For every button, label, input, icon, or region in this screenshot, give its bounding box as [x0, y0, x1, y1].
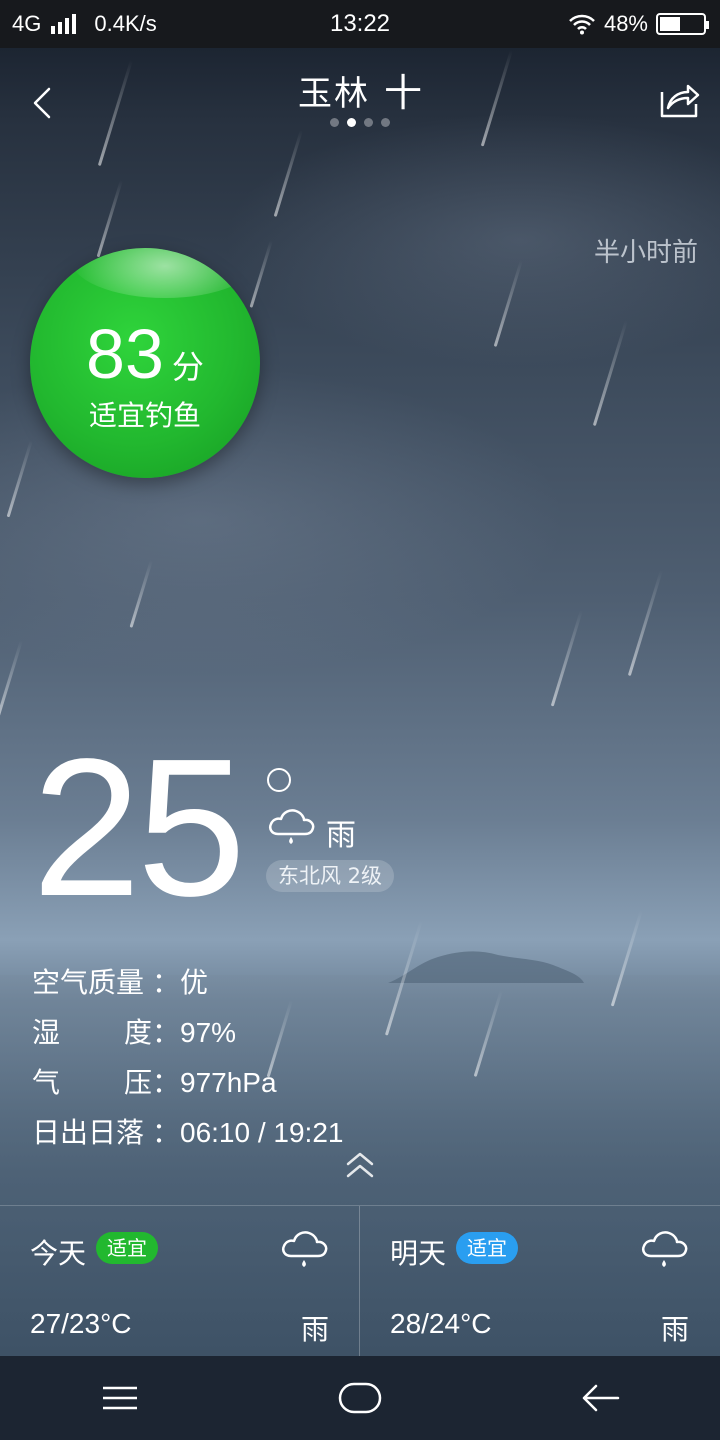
forecast-panel: 今天 适宜 27/23°C 雨 明天 适宜 28/24°C 雨	[0, 1205, 720, 1357]
detail-value: 06:10 / 19:21	[180, 1117, 344, 1148]
island-silhouette	[388, 951, 584, 983]
double-chevron-up-icon	[346, 1152, 374, 1178]
detail-label: 湿	[32, 1016, 61, 1049]
menu-button[interactable]	[80, 1368, 160, 1428]
detail-value: 优	[180, 967, 209, 998]
rain-streak	[96, 180, 123, 258]
score-value: 83	[86, 315, 164, 393]
rain-streak	[550, 610, 583, 707]
weather-details: 空气质量： 优 湿度： 97% 气压： 977hPa 日出日落： 06:10 /…	[32, 958, 343, 1158]
page-dot	[381, 118, 390, 127]
fishing-badge: 适宜	[96, 1232, 158, 1264]
detail-value: 97%	[180, 1017, 237, 1048]
detail-label-colon: ：	[151, 1016, 180, 1049]
rain-streak	[273, 130, 303, 217]
detail-label: 空气质量	[32, 966, 145, 999]
system-back-button[interactable]	[560, 1368, 640, 1428]
detail-label: 气	[32, 1066, 61, 1099]
home-icon	[338, 1382, 382, 1414]
detail-label-colon: ：	[151, 966, 180, 999]
detail-row-humidity: 湿 度： 97%	[32, 1008, 343, 1058]
rain-streak	[0, 640, 23, 718]
page-dot-active	[347, 118, 356, 127]
ball-gloss	[70, 248, 260, 298]
forecast-day: 今天	[30, 1237, 87, 1270]
rain-streak	[129, 560, 153, 628]
network-type: 4G	[12, 11, 42, 36]
condition-text: 雨	[326, 818, 356, 853]
detail-row-sunrise-sunset: 日出日落： 06:10 / 19:21	[32, 1108, 343, 1158]
update-time: 半小时前	[593, 238, 698, 268]
city-name[interactable]: 玉林	[298, 74, 370, 114]
status-bar: 4G 0.4K/s 13:22 48%	[0, 0, 720, 48]
battery-percent: 48%	[603, 11, 648, 36]
detail-label-b: 压	[123, 1066, 152, 1099]
detail-row-pressure: 气 压： 977hPa	[32, 1058, 343, 1108]
wifi-icon	[569, 14, 595, 35]
detail-label-b: 度	[123, 1016, 152, 1049]
add-city-icon[interactable]: 十	[384, 62, 422, 117]
page-indicator	[0, 118, 720, 127]
detail-value: 977hPa	[180, 1067, 277, 1098]
share-icon	[660, 84, 700, 118]
forecast-today[interactable]: 今天 适宜 27/23°C 雨	[0, 1206, 359, 1357]
rain-cloud-icon	[642, 1231, 688, 1267]
forecast-temp: 28/24°C	[390, 1308, 492, 1339]
rain-streak	[627, 570, 663, 677]
share-button[interactable]	[656, 76, 702, 122]
fishing-score-ball[interactable]: 83 分 适宜钓鱼	[30, 248, 260, 478]
city-header: 玉林十	[0, 62, 720, 117]
page-dot	[364, 118, 373, 127]
detail-label: 日出日落	[32, 1116, 145, 1149]
expand-button[interactable]	[342, 1148, 378, 1184]
home-button[interactable]	[320, 1368, 400, 1428]
back-icon	[582, 1384, 620, 1412]
battery-icon	[656, 13, 709, 35]
forecast-day: 明天	[390, 1237, 447, 1270]
degree-icon	[267, 768, 291, 792]
menu-icon	[103, 1386, 137, 1410]
network-speed: 0.4K/s	[94, 11, 157, 36]
signal-icon	[51, 14, 77, 34]
detail-row-air-quality: 空气质量： 优	[32, 958, 343, 1008]
rain-streak	[592, 320, 628, 427]
navigation-bar	[0, 1356, 720, 1440]
rain-streak	[6, 440, 33, 518]
fishing-badge: 适宜	[456, 1232, 518, 1264]
score-label: 适宜钓鱼	[88, 399, 201, 432]
rain-streak	[493, 260, 523, 347]
forecast-temp: 27/23°C	[30, 1308, 132, 1339]
forecast-condition: 雨	[300, 1313, 329, 1346]
wind-badge: 东北风 2级	[266, 860, 395, 892]
forecast-tomorrow[interactable]: 明天 适宜 28/24°C 雨	[360, 1206, 719, 1357]
detail-label-colon: ：	[151, 1116, 180, 1149]
detail-label-colon: ：	[151, 1066, 180, 1099]
rain-cloud-icon	[282, 1231, 328, 1267]
score-unit: 分	[171, 348, 204, 386]
forecast-condition: 雨	[660, 1313, 689, 1346]
page-dot	[330, 118, 339, 127]
rain-cloud-icon	[269, 809, 315, 844]
current-temperature: 25	[32, 718, 246, 937]
